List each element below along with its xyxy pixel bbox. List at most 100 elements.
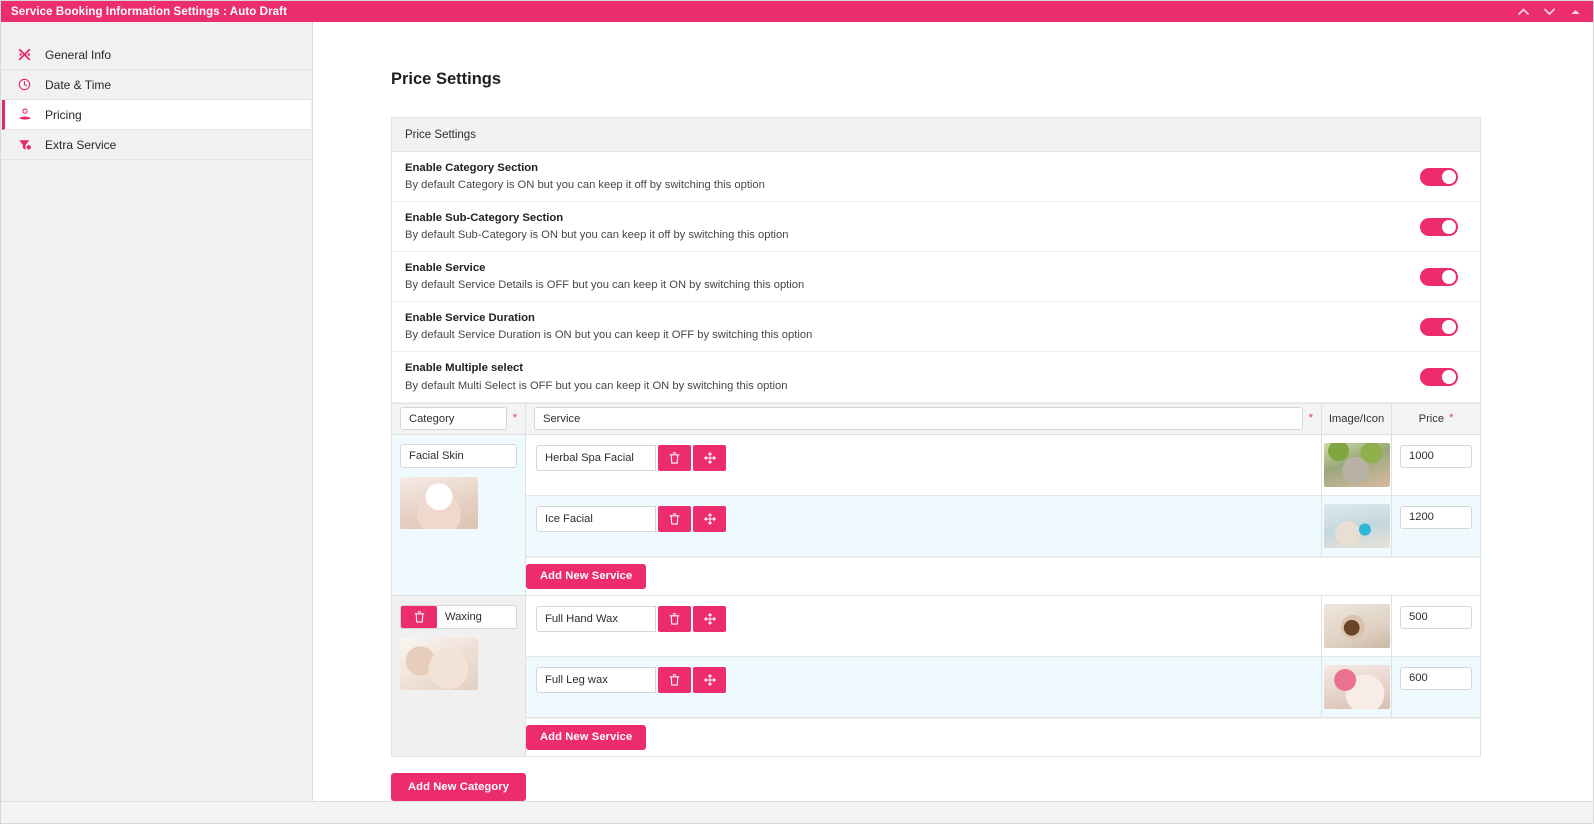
service-thumbnail xyxy=(1323,503,1390,548)
category-block-waxing: Waxing Full Hand Wax 500 Full Leg wax 60… xyxy=(392,595,1480,756)
add-new-service-button[interactable]: Add New Service xyxy=(526,563,647,589)
service-price-input[interactable]: 1200 xyxy=(1400,505,1472,529)
add-new-category-button[interactable]: Add New Category xyxy=(391,772,527,801)
service-name-input[interactable]: Full Leg wax xyxy=(536,666,656,693)
scissors-icon xyxy=(18,47,36,63)
toggle-enable-sub-category[interactable] xyxy=(1420,217,1458,236)
table-row: Ice Facial 1200 xyxy=(526,495,1480,557)
option-row-enable-sub-category: Enable Sub-Category Section By default S… xyxy=(392,202,1480,253)
category-header-input[interactable]: Category xyxy=(400,407,507,431)
move-service-button[interactable] xyxy=(693,605,726,632)
service-thumbnail xyxy=(1323,603,1390,648)
category-name-input[interactable]: Facial Skin xyxy=(400,443,517,468)
category-cell: Facial Skin xyxy=(392,434,526,595)
move-service-button[interactable] xyxy=(693,666,726,693)
sidebar-item-label: Date & Time xyxy=(45,77,112,92)
toggle-enable-multiple-select[interactable] xyxy=(1420,367,1458,386)
service-image-cell[interactable] xyxy=(1322,656,1392,717)
service-image-cell[interactable] xyxy=(1322,434,1392,495)
price-table-header-row: Category * Service * Image/Icon Price * xyxy=(392,403,1480,435)
service-thumbnail xyxy=(1323,664,1390,709)
price-header-label: Price xyxy=(1418,412,1445,425)
service-column: Herbal Spa Facial 1000 Ice Facial 1200 A… xyxy=(526,434,1480,595)
option-text: Enable Service By default Service Detail… xyxy=(405,261,1420,292)
add-new-service-button[interactable]: Add New Service xyxy=(526,724,647,750)
delete-service-button[interactable] xyxy=(658,666,691,693)
service-image-cell[interactable] xyxy=(1322,495,1392,556)
category-name-input[interactable]: Waxing xyxy=(400,604,517,629)
service-price-input[interactable]: 600 xyxy=(1400,666,1472,690)
service-thumbnail xyxy=(1323,442,1390,487)
service-footer: Add New Service xyxy=(526,556,1480,595)
service-name-input[interactable]: Ice Facial xyxy=(536,505,656,532)
toggle-enable-service-duration[interactable] xyxy=(1420,317,1458,336)
sidebar-item-label: General Info xyxy=(45,47,112,62)
delete-service-button[interactable] xyxy=(658,505,691,532)
service-price-cell: 500 xyxy=(1392,596,1480,656)
service-price-input[interactable]: 1000 xyxy=(1400,444,1472,468)
service-name-input[interactable]: Full Hand Wax xyxy=(536,605,656,632)
window-controls xyxy=(1517,6,1585,18)
sidebar-item-general-info[interactable]: General Info xyxy=(2,40,311,70)
page-title: Price Settings xyxy=(391,70,502,88)
sidebar-item-pricing[interactable]: Pricing xyxy=(2,100,311,130)
option-text: Enable Multiple select By default Multi … xyxy=(405,361,1420,392)
category-block-facial-skin: Facial Skin Herbal Spa Facial 1000 Ice F… xyxy=(392,434,1480,596)
option-row-enable-service: Enable Service By default Service Detail… xyxy=(392,252,1480,303)
option-title: Enable Service xyxy=(405,262,486,275)
option-title: Enable Service Duration xyxy=(405,312,535,325)
sidebar-item-label: Extra Service xyxy=(45,137,117,152)
option-row-enable-multiple-select: Enable Multiple select By default Multi … xyxy=(392,352,1480,403)
option-row-enable-category: Enable Category Section By default Categ… xyxy=(392,152,1480,203)
delete-category-button[interactable] xyxy=(401,605,437,628)
service-header-input[interactable]: Service xyxy=(534,407,1303,431)
service-name-cell: Herbal Spa Facial xyxy=(526,434,1322,495)
service-required-mark: * xyxy=(1308,412,1313,425)
add-category-area: Add New Category xyxy=(391,772,1593,801)
service-price-input[interactable]: 500 xyxy=(1400,605,1472,629)
app-window: Service Booking Information Settings : A… xyxy=(0,0,1594,824)
service-price-cell: 600 xyxy=(1392,657,1480,717)
option-text: Enable Sub-Category Section By default S… xyxy=(405,211,1420,242)
price-settings-panel: Price Settings Enable Category Section B… xyxy=(391,117,1481,757)
sidebar-item-date-time[interactable]: Date & Time xyxy=(2,70,311,100)
sidebar-item-extra-service[interactable]: Extra Service xyxy=(2,130,311,160)
option-title: Enable Sub-Category Section xyxy=(405,212,564,225)
caret-up-icon[interactable] xyxy=(1569,6,1581,18)
toggle-enable-service[interactable] xyxy=(1420,267,1458,286)
chevron-down-icon[interactable] xyxy=(1543,6,1555,18)
header-cell-image: Image/Icon xyxy=(1322,403,1392,434)
table-row: Full Hand Wax 500 xyxy=(526,595,1480,657)
category-name-text: Waxing xyxy=(445,610,482,623)
category-thumbnail[interactable] xyxy=(400,476,478,529)
delete-service-button[interactable] xyxy=(658,444,691,471)
price-required-mark: * xyxy=(1449,412,1454,425)
window-footer xyxy=(1,801,1593,823)
option-description: By default Multi Select is OFF but you c… xyxy=(405,379,788,392)
window-title: Service Booking Information Settings : A… xyxy=(11,5,288,18)
service-column: Full Hand Wax 500 Full Leg wax 600 Add N… xyxy=(526,595,1480,756)
clock-icon xyxy=(18,77,36,93)
hand-coin-icon xyxy=(18,107,36,123)
service-name-input[interactable]: Herbal Spa Facial xyxy=(536,444,656,471)
service-input-group: Full Hand Wax xyxy=(536,605,726,632)
service-name-cell: Ice Facial xyxy=(526,495,1322,556)
delete-service-button[interactable] xyxy=(658,605,691,632)
option-title: Enable Multiple select xyxy=(405,362,524,375)
chevron-up-icon[interactable] xyxy=(1517,6,1529,18)
option-text: Enable Category Section By default Categ… xyxy=(405,161,1420,192)
price-table: Category * Service * Image/Icon Price * xyxy=(392,402,1480,756)
window-body: General Info Date & Time Pricing Extra S… xyxy=(1,22,1593,801)
header-cell-service: Service * xyxy=(526,403,1322,434)
option-row-enable-service-duration: Enable Service Duration By default Servi… xyxy=(392,302,1480,353)
move-service-button[interactable] xyxy=(693,444,726,471)
category-cell: Waxing xyxy=(392,595,526,756)
move-service-button[interactable] xyxy=(693,505,726,532)
option-description: By default Sub-Category is ON but you ca… xyxy=(405,229,789,242)
category-thumbnail[interactable] xyxy=(400,637,478,690)
service-input-group: Ice Facial xyxy=(536,505,726,532)
service-image-cell[interactable] xyxy=(1322,595,1392,656)
option-title: Enable Category Section xyxy=(405,162,539,174)
title-bar: Service Booking Information Settings : A… xyxy=(1,1,1593,22)
toggle-enable-category[interactable] xyxy=(1420,167,1458,186)
